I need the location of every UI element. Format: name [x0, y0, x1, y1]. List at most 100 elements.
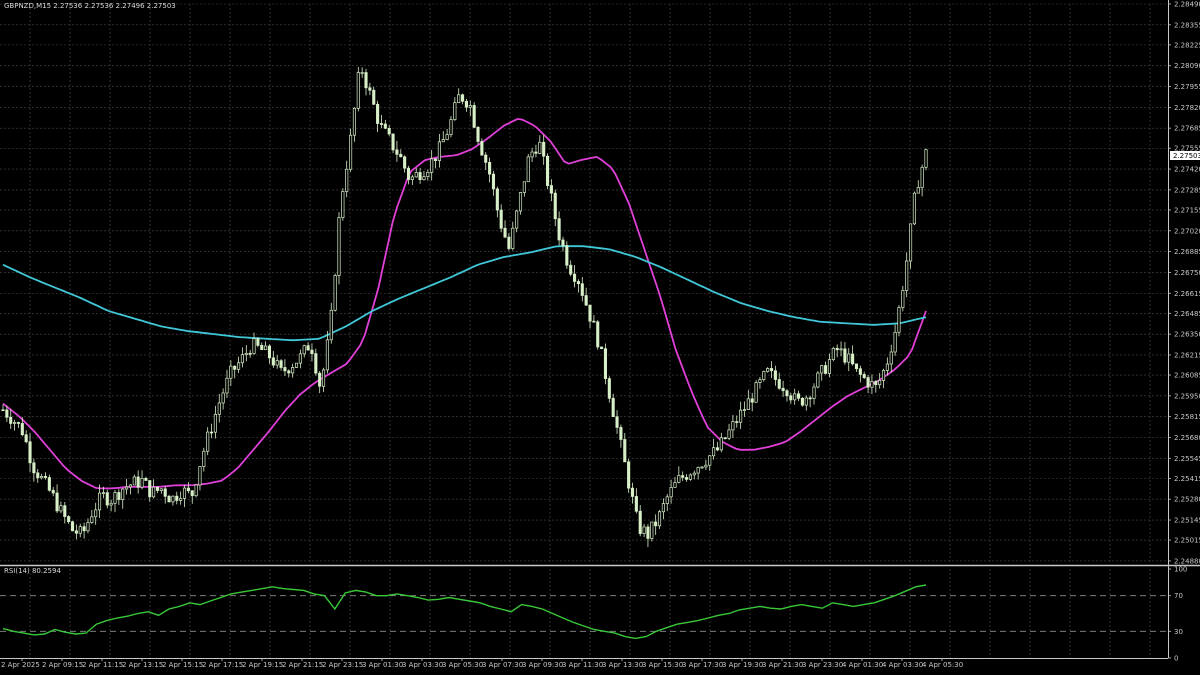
candle-body-bear — [499, 209, 503, 229]
candle-body-bear — [391, 133, 395, 151]
rsi-y-tick-label: 0 — [1174, 655, 1178, 663]
candle-body-bear — [750, 398, 754, 403]
candle-body-bear — [55, 492, 59, 512]
candle-body-bull — [719, 437, 723, 451]
candle-body-bear — [824, 365, 828, 374]
candle-body-bear — [634, 496, 638, 512]
x-tick-label: 3 Apr 01:30 — [362, 661, 403, 669]
candle-body-bear — [584, 295, 588, 306]
candle-body-bull — [839, 348, 843, 351]
price-chart[interactable]: 2 Apr 2025 2 Apr 09:152 Apr 11:152 Apr 13… — [0, 0, 1200, 675]
candle-body-bear — [561, 239, 565, 246]
candle-body-bull — [677, 475, 681, 483]
candle-body-bull — [240, 354, 244, 364]
candle-body-bear — [318, 372, 322, 387]
candle-body-bull — [827, 359, 832, 374]
candle-body-bear — [615, 416, 619, 428]
candle-body-bear — [464, 100, 468, 108]
candle-body-bear — [279, 360, 283, 368]
y-tick-label: 2.28090 — [1174, 62, 1200, 70]
candle-body-bear — [858, 368, 862, 375]
x-tick-label: 3 Apr 19:30 — [722, 661, 763, 669]
candle-body-bull — [518, 192, 523, 212]
y-tick-label: 2.25415 — [1174, 475, 1200, 483]
candle-body-bear — [495, 188, 499, 211]
y-tick-label: 2.24880 — [1174, 557, 1200, 565]
candle-body-bull — [688, 474, 692, 480]
candle — [449, 116, 453, 138]
candle-body-bull — [349, 134, 353, 170]
candle — [391, 133, 395, 154]
candle — [333, 273, 337, 312]
candle-body-bear — [24, 434, 28, 443]
y-tick-label: 2.26085 — [1174, 372, 1200, 380]
candle-body-bull — [515, 210, 519, 229]
x-tick-label: 3 Apr 07:30 — [482, 661, 523, 669]
candle-body-bear — [627, 461, 631, 489]
candle-body-bear — [785, 390, 789, 397]
candle-body-bull — [252, 338, 256, 354]
chart-background — [0, 0, 1200, 675]
x-tick-label: 3 Apr 15:30 — [642, 661, 683, 669]
candle-body-bear — [588, 304, 592, 322]
candle-body-bear — [167, 495, 171, 503]
x-tick-label: 2 Apr 2025 — [1, 661, 40, 669]
rsi-y-tick-label: 100 — [1174, 566, 1187, 574]
candle — [600, 346, 604, 350]
candle-body-bear — [557, 218, 561, 241]
x-tick-label: 4 Apr 01:30 — [842, 661, 883, 669]
candle-body-bear — [596, 321, 600, 348]
candle-body-bear — [480, 141, 484, 156]
candle-body-bull — [109, 502, 113, 506]
candle-body-bear — [144, 477, 148, 481]
candle-body-bear — [723, 437, 727, 440]
y-tick-label: 2.25145 — [1174, 517, 1200, 525]
x-tick-label: 2 Apr 21:15 — [282, 661, 323, 669]
rsi-y-tick-label: 70 — [1174, 592, 1183, 600]
candle-body-bull — [221, 392, 225, 404]
candle-body-bull — [171, 495, 175, 503]
x-tick-label: 3 Apr 05:30 — [442, 661, 483, 669]
candle-body-bear — [685, 477, 689, 480]
candle-body-bear — [16, 422, 20, 424]
candle-body-bear — [70, 521, 75, 532]
candle-body-bull — [94, 509, 98, 518]
candle-body-bear — [654, 521, 658, 527]
candle-body-bull — [13, 422, 17, 424]
candle-body-bear — [769, 368, 774, 372]
candle-body-bull — [159, 488, 163, 491]
x-tick-label: 2 Apr 17:15 — [202, 661, 243, 669]
x-tick-label: 2 Apr 11:15 — [82, 661, 123, 669]
candle-body-bear — [406, 167, 411, 180]
candle — [194, 484, 198, 498]
candle — [294, 362, 299, 368]
candle-body-bear — [383, 123, 387, 129]
candle-body-bear — [789, 395, 793, 401]
candle-body-bear — [576, 281, 580, 285]
candle-body-bear — [163, 488, 167, 497]
candle-body-bear — [1, 409, 5, 412]
candle-body-bull — [665, 496, 669, 504]
candle — [256, 337, 260, 348]
candle-body-bull — [291, 367, 295, 374]
candle-body-bear — [534, 151, 538, 154]
candle — [762, 370, 766, 382]
candle-body-bull — [804, 397, 808, 406]
candle-body-bull — [426, 171, 430, 177]
candle-body-bull — [345, 168, 349, 192]
candle-body-bull — [329, 309, 333, 341]
y-tick-label: 2.25545 — [1174, 455, 1200, 463]
candle-body-bear — [646, 526, 650, 539]
candle-body-bear — [209, 431, 214, 434]
candle-body-bull — [264, 345, 268, 351]
candle-body-bull — [669, 487, 673, 498]
candle-body-bear — [32, 462, 36, 474]
candle-body-bull — [182, 487, 187, 499]
candle-body-bear — [186, 487, 190, 492]
candle-body-bear — [491, 173, 496, 190]
candle — [341, 188, 345, 221]
candle — [800, 397, 804, 407]
y-tick-label: 2.25815 — [1174, 413, 1200, 421]
candle-body-bull — [916, 187, 920, 194]
candle — [831, 346, 835, 362]
